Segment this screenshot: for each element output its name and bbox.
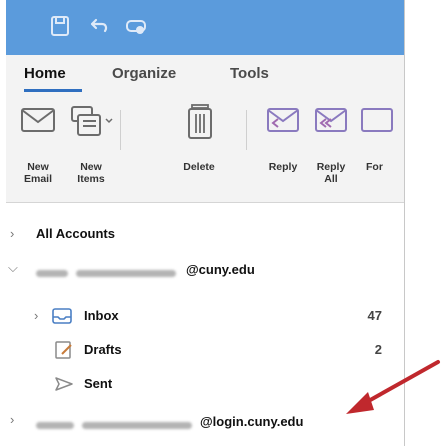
folder-sent[interactable]: Sent	[6, 370, 404, 398]
title-bar	[6, 0, 404, 55]
trash-icon	[188, 104, 212, 139]
reply-all-label: Reply All	[316, 161, 346, 185]
drafts-label: Drafts	[84, 342, 122, 357]
outlook-window: Home Organize Tools New Email New Items	[6, 0, 405, 446]
all-accounts-row[interactable]: › All Accounts	[6, 220, 404, 248]
new-email-icon	[21, 108, 55, 132]
tab-organize[interactable]: Organize	[112, 65, 176, 82]
inbox-label: Inbox	[84, 308, 119, 323]
redacted-email	[36, 422, 74, 429]
ribbon-separator	[120, 110, 121, 150]
redacted-email	[82, 422, 192, 429]
account-domain: @cuny.edu	[186, 262, 255, 277]
reply-all-icon	[315, 108, 347, 132]
new-email-label: New Email	[23, 161, 52, 185]
all-accounts-label: All Accounts	[36, 226, 115, 241]
chevron-right-icon[interactable]: ›	[10, 412, 14, 427]
new-items-label: New Items	[77, 161, 105, 185]
sent-label: Sent	[84, 376, 113, 391]
forward-icon	[361, 108, 393, 132]
ribbon: New Email New Items Delete Reply Reply A…	[6, 95, 404, 203]
ribbon-separator	[246, 110, 247, 150]
account-row-login[interactable]: › @login.cuny.edu	[6, 406, 404, 434]
reply-icon	[267, 108, 299, 132]
sync-icon[interactable]	[124, 14, 148, 38]
folder-drafts[interactable]: Drafts 2	[6, 336, 404, 364]
chevron-right-icon[interactable]: ›	[10, 226, 14, 241]
ribbon-tabs: Home Organize Tools	[6, 55, 404, 95]
forward-label: For	[366, 161, 383, 173]
chevron-right-icon[interactable]: ›	[34, 308, 38, 323]
inbox-count: 47	[367, 308, 382, 323]
active-tab-indicator	[24, 89, 82, 92]
undo-icon[interactable]	[88, 14, 112, 38]
folder-inbox[interactable]: › Inbox 47	[6, 302, 404, 330]
new-items-icon	[71, 106, 113, 136]
sent-icon	[55, 377, 73, 391]
chevron-down-icon[interactable]: ⌵	[8, 260, 18, 276]
tab-tools[interactable]: Tools	[230, 65, 269, 82]
redacted-email	[36, 270, 68, 277]
redacted-email	[76, 270, 176, 277]
drafts-icon	[55, 341, 72, 359]
save-icon[interactable]	[48, 14, 72, 38]
account-row-cuny[interactable]: ⌵ @cuny.edu	[6, 256, 404, 284]
tab-home[interactable]: Home	[24, 65, 66, 82]
account-domain: @login.cuny.edu	[200, 414, 304, 429]
reply-label: Reply	[268, 161, 298, 173]
inbox-icon	[52, 308, 72, 324]
delete-label: Delete	[183, 161, 215, 173]
drafts-count: 2	[374, 342, 382, 357]
